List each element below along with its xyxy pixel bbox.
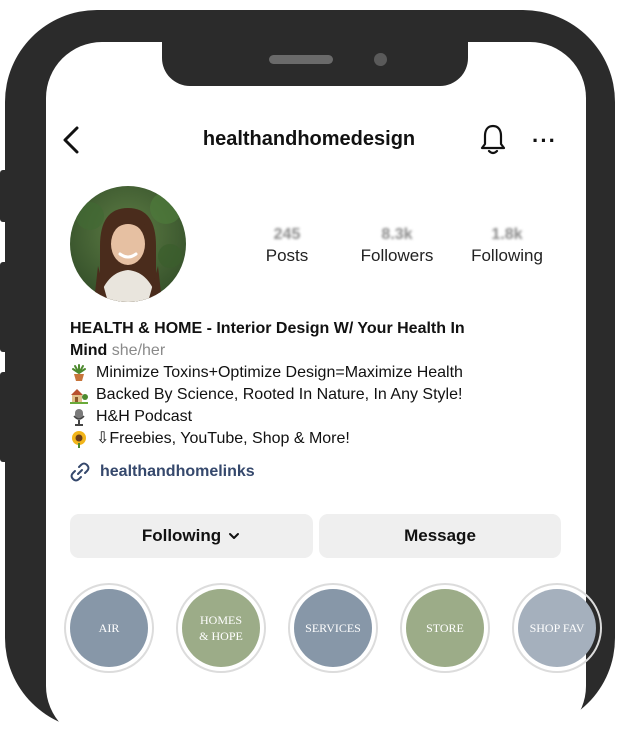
microphone-icon <box>70 408 88 426</box>
phone-side-button <box>0 170 9 222</box>
highlight-store[interactable]: STORE <box>400 583 490 673</box>
highlight-cover: SHOP FAV <box>518 589 596 667</box>
avatar[interactable] <box>70 186 186 302</box>
phone-notch <box>162 36 468 86</box>
stat-value: 245 <box>273 226 301 243</box>
stat-label: Following <box>471 246 543 265</box>
bio-name: HEALTH & HOME - Interior Design W/ Your … <box>70 320 465 337</box>
highlight-label: SHOP FAV <box>529 621 585 635</box>
phone-side-button <box>0 262 9 352</box>
bio-text: H&H Podcast <box>96 408 193 425</box>
profile-bio: HEALTH & HOME - Interior Design W/ Your … <box>70 318 550 450</box>
bio-pronouns: she/her <box>111 342 166 359</box>
stat-following[interactable]: 1.8k Following <box>462 226 552 266</box>
sunflower-icon <box>70 430 88 448</box>
highlight-services[interactable]: SERVICES <box>288 583 378 673</box>
highlight-cover: STORE <box>406 589 484 667</box>
highlight-homes-hope[interactable]: HOMES & HOPE <box>176 583 266 673</box>
camera <box>374 53 387 66</box>
highlight-cover: HOMES & HOPE <box>182 589 260 667</box>
bio-text: ⇩Freebies, YouTube, Shop & More! <box>96 430 350 447</box>
stat-posts[interactable]: 245 Posts <box>258 226 316 266</box>
profile-link[interactable]: healthandhomelinks <box>70 462 255 482</box>
highlight-label: STORE <box>426 621 464 635</box>
house-garden-icon <box>70 386 88 404</box>
following-button-label: Following <box>141 526 222 545</box>
phone-side-button <box>0 372 9 462</box>
highlight-label: SERVICES <box>305 621 361 635</box>
stat-value: 8.3k <box>381 226 413 243</box>
following-button[interactable]: Following <box>70 514 313 558</box>
highlight-cover: AIR <box>70 589 148 667</box>
highlight-shop-fav[interactable]: SHOP FAV <box>512 583 602 673</box>
highlight-label: AIR <box>98 621 120 635</box>
bio-line: H&H Podcast <box>70 406 550 428</box>
speaker <box>269 55 333 64</box>
more-options-icon[interactable]: ··· <box>532 128 557 154</box>
stat-label: Followers <box>360 246 434 265</box>
bio-line: Minimize Toxins+Optimize Design=Maximize… <box>70 362 550 384</box>
bio-line: Backed By Science, Rooted In Nature, In … <box>70 384 550 406</box>
message-button[interactable]: Message <box>319 514 561 558</box>
bio-text: Backed By Science, Rooted In Nature, In … <box>96 386 463 403</box>
highlight-label: HOMES & HOPE <box>199 613 243 643</box>
message-button-label: Message <box>404 526 476 545</box>
stat-label: Posts <box>265 246 309 265</box>
bell-icon[interactable] <box>478 122 508 156</box>
potted-plant-icon <box>70 364 88 382</box>
link-label: healthandhomelinks <box>100 463 255 480</box>
stat-value: 1.8k <box>491 226 523 243</box>
highlight-cover: SERVICES <box>294 589 372 667</box>
highlight-air[interactable]: AIR <box>64 583 154 673</box>
bio-text: Minimize Toxins+Optimize Design=Maximize… <box>96 364 463 381</box>
link-icon <box>70 462 90 482</box>
bio-line: ⇩Freebies, YouTube, Shop & More! <box>70 428 550 450</box>
chevron-down-icon <box>229 533 240 539</box>
profile-username: healthandhomedesign <box>202 128 416 150</box>
bio-name-cont: Mind <box>70 342 108 359</box>
stat-followers[interactable]: 8.3k Followers <box>352 226 442 266</box>
